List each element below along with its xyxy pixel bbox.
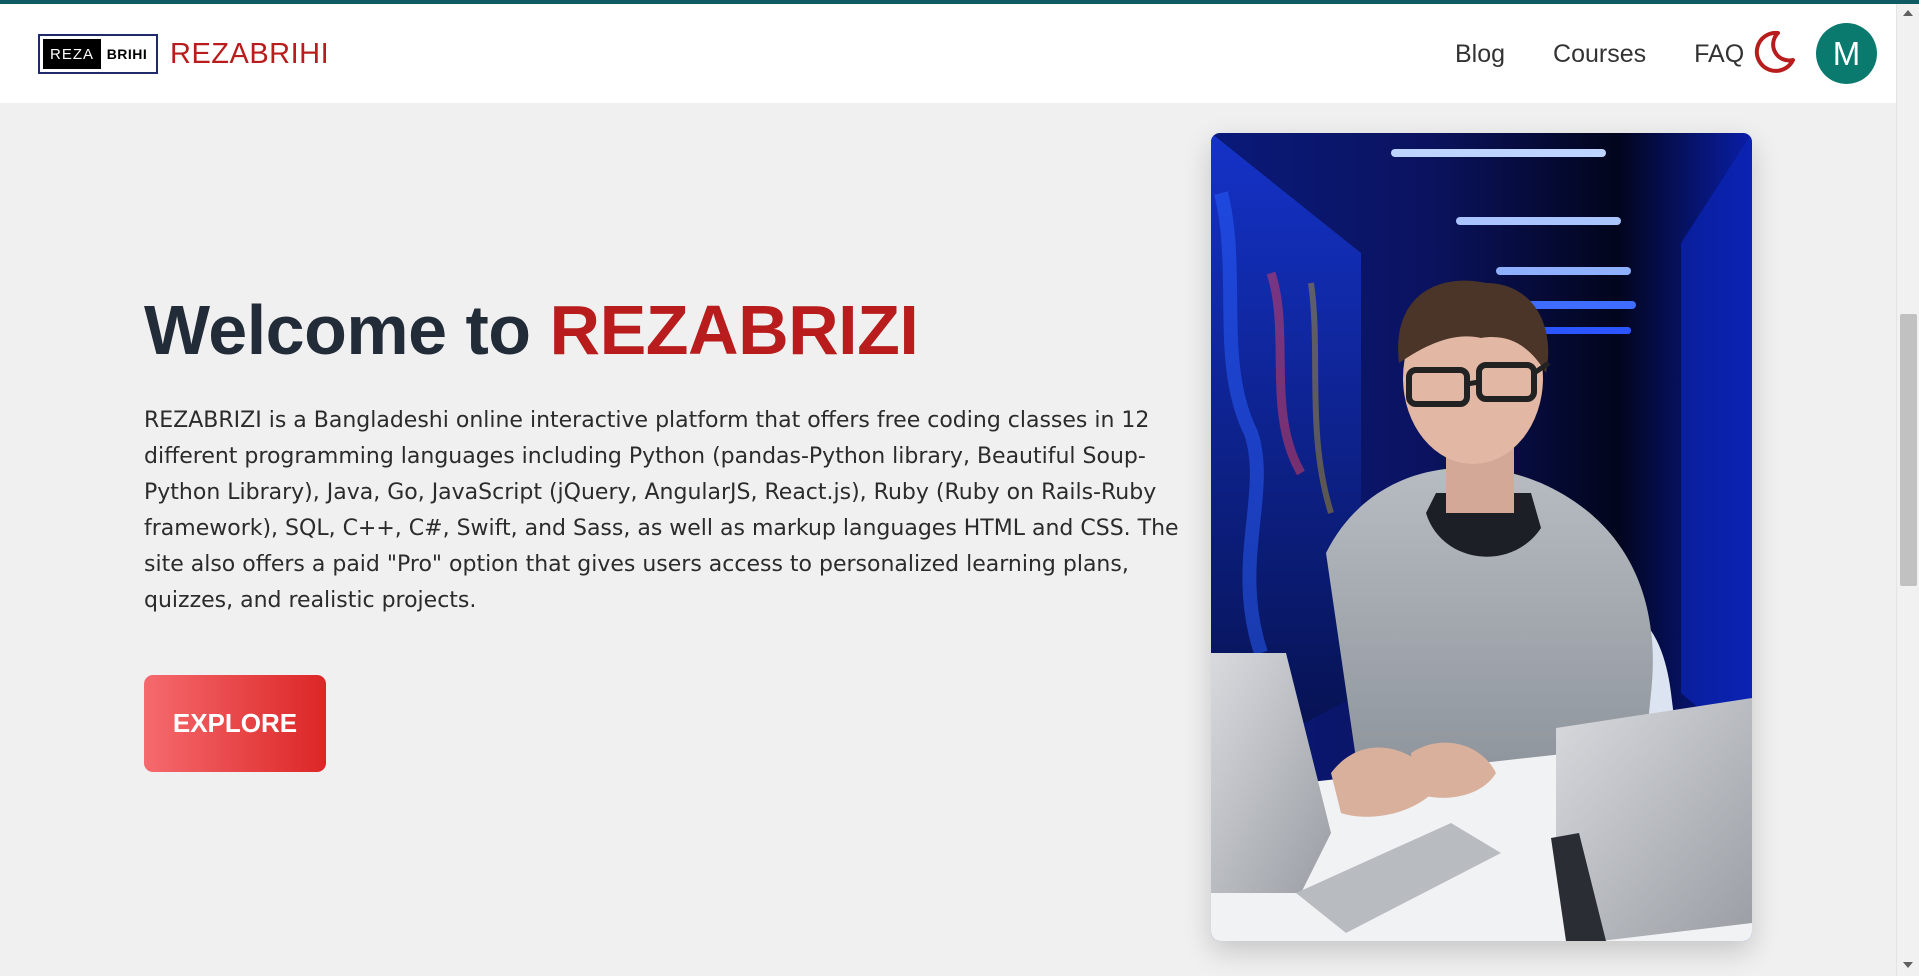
moon-icon <box>1754 30 1795 73</box>
hero-title-accent: REZABRIZI <box>549 291 919 369</box>
scroll-down-arrow-icon[interactable] <box>1903 962 1913 968</box>
hero-title: Welcome to REZABRIZI <box>144 290 919 370</box>
hero-image <box>1211 133 1752 941</box>
vertical-scrollbar[interactable] <box>1896 4 1919 976</box>
logo-right-text: BRIHI <box>106 46 148 62</box>
nav-link-blog[interactable]: Blog <box>1455 40 1505 69</box>
logo: REZA BRIHI <box>38 34 158 74</box>
logo-left-text: REZA <box>43 39 101 69</box>
scrollbar-thumb[interactable] <box>1900 314 1917 586</box>
scroll-up-arrow-icon[interactable] <box>1903 10 1913 16</box>
hero-title-prefix: Welcome to <box>144 291 531 369</box>
brand-name: REZABRIHI <box>170 37 330 70</box>
main-nav: Blog Courses FAQ <box>1455 40 1744 69</box>
hero-description: REZABRIZI is a Bangladeshi online intera… <box>144 408 1179 613</box>
nav-link-faq[interactable]: FAQ <box>1694 40 1744 69</box>
nav-link-courses[interactable]: Courses <box>1553 40 1646 69</box>
theme-toggle-button[interactable] <box>1752 30 1796 74</box>
explore-button[interactable]: EXPLORE <box>144 675 326 772</box>
page: REZA BRIHI REZABRIHI Blog Courses FAQ M … <box>0 0 1919 976</box>
brand-link[interactable]: REZA BRIHI REZABRIHI <box>38 34 329 74</box>
navbar: REZA BRIHI REZABRIHI Blog Courses FAQ M <box>0 4 1896 103</box>
user-avatar[interactable]: M <box>1816 23 1877 84</box>
hero-photo-illustration <box>1211 133 1752 941</box>
